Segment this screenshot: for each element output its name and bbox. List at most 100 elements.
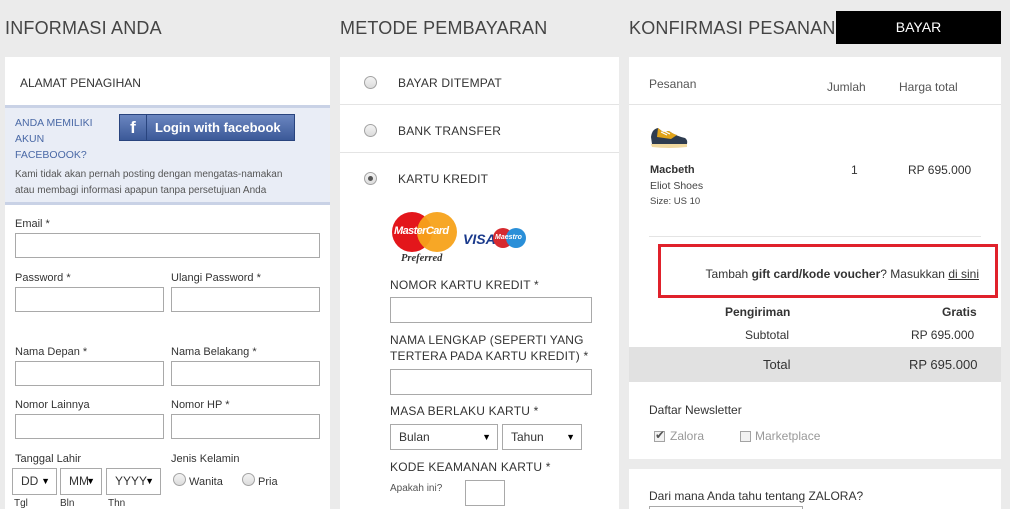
card-holder-field[interactable]	[390, 369, 592, 395]
billing-panel: ALAMAT PENAGIHAN ANDA MEMILIKI AKUN FACE…	[5, 57, 330, 509]
payment-method-card[interactable]: KARTU KREDIT	[398, 172, 488, 186]
maestro-text: Maestro	[495, 234, 522, 241]
order-panel: Pesanan Jumlah Harga total Macbeth Eliot…	[629, 57, 1001, 459]
facebook-question-line: AKUN	[15, 133, 45, 145]
birth-year-select[interactable]: YYYY ▼	[106, 468, 161, 495]
facebook-question: ANDA MEMILIKI AKUN FACEBOOOK?	[15, 115, 93, 163]
qty-column-header: Jumlah	[827, 80, 866, 94]
checkmark-icon: ✔	[655, 428, 666, 442]
confirm-heading: KONFIRMASI PESANAN	[629, 18, 836, 38]
product-size: Size: US 10	[650, 196, 701, 207]
total-row: Total RP 695.000	[629, 347, 1001, 382]
newsletter-zalora-checkbox[interactable]: ✔	[654, 428, 666, 442]
total-column-header: Harga total	[899, 80, 958, 94]
birth-year-value: YYYY	[115, 474, 148, 488]
shoe-icon	[651, 128, 688, 148]
other-number-field[interactable]	[15, 414, 164, 439]
shipping-label: Pengiriman	[725, 305, 791, 319]
subtotal-value: RP 695.000	[911, 328, 975, 342]
total-value: RP 695.000	[909, 357, 978, 372]
first-name-field[interactable]	[15, 361, 164, 386]
divider	[340, 152, 619, 153]
pay-button[interactable]: BAYAR	[836, 11, 1001, 44]
first-name-label: Nama Depan *	[15, 346, 88, 358]
chevron-down-icon: ▼	[145, 476, 154, 486]
payment-panel: BAYAR DITEMPAT BANK TRANSFER KARTU KREDI…	[340, 57, 619, 509]
voucher-prefix: Tambah	[705, 267, 752, 281]
chevron-down-icon: ▼	[566, 432, 575, 442]
phone-label: Nomor HP *	[171, 399, 230, 411]
day-caption: Tgl	[14, 498, 28, 509]
voucher-link[interactable]: di sini	[948, 267, 979, 281]
birth-month-select[interactable]: MM ▼	[60, 468, 102, 495]
facebook-question-line: FACEBOOOK?	[15, 149, 87, 161]
security-code-label: KODE KEAMANAN KARTU *	[390, 460, 551, 474]
visa-logo: VISA	[463, 231, 496, 247]
whats-this-link[interactable]: Apakah ini?	[390, 483, 442, 494]
repeat-password-label: Ulangi Password *	[171, 272, 261, 284]
year-caption: Thn	[108, 498, 126, 509]
chevron-down-icon: ▼	[41, 476, 50, 486]
chevron-down-icon: ▼	[86, 476, 95, 486]
expiry-label: MASA BERLAKU KARTU *	[390, 404, 539, 418]
card-holder-label-line: NAMA LENGKAP (SEPERTI YANG	[390, 333, 584, 347]
product-quantity: 1	[851, 163, 858, 177]
other-number-label: Nomor Lainnya	[15, 399, 90, 411]
info-heading: INFORMASI ANDA	[5, 18, 162, 38]
expiry-year-select[interactable]: Tahun ▼	[502, 424, 582, 450]
phone-field[interactable]	[171, 414, 320, 439]
divider	[340, 104, 619, 105]
payment-radio-bank[interactable]	[364, 124, 377, 137]
payment-radio-cod[interactable]	[364, 76, 377, 89]
gender-male-radio[interactable]	[242, 473, 255, 486]
facebook-login-label: Login with facebook	[155, 120, 281, 135]
gender-female-radio[interactable]	[173, 473, 186, 486]
facebook-login-button[interactable]: f Login with facebook	[119, 114, 295, 141]
mastercard-text: MasterCard	[394, 225, 449, 237]
password-field[interactable]	[15, 287, 164, 312]
subtotal-label: Subtotal	[745, 328, 790, 342]
last-name-field[interactable]	[171, 361, 320, 386]
voucher-bold: gift card/kode voucher	[751, 267, 881, 281]
security-code-field[interactable]	[465, 480, 505, 506]
newsletter-marketplace-checkbox[interactable]	[740, 431, 751, 442]
password-label: Password *	[15, 272, 71, 284]
card-number-field[interactable]	[390, 297, 592, 323]
voucher-highlight-box: Tambah gift card/kode voucher? Masukkan …	[658, 244, 998, 298]
payment-method-bank[interactable]: BANK TRANSFER	[398, 124, 501, 138]
email-field[interactable]	[15, 233, 320, 258]
product-price: RP 695.000	[908, 163, 972, 177]
product-name[interactable]: Macbeth	[650, 164, 695, 176]
month-caption: Bln	[60, 498, 75, 509]
payment-method-cod[interactable]: BAYAR DITEMPAT	[398, 76, 502, 90]
facebook-box: ANDA MEMILIKI AKUN FACEBOOOK? f Login wi…	[5, 105, 330, 205]
card-number-label: NOMOR KARTU KREDIT *	[390, 278, 539, 292]
last-name-label: Nama Belakang *	[171, 346, 257, 358]
chevron-down-icon: ▼	[482, 432, 491, 442]
total-label: Total	[763, 357, 791, 372]
expiry-year-value: Tahun	[511, 430, 544, 444]
order-column-header: Pesanan	[649, 77, 697, 91]
divider	[629, 104, 1001, 105]
newsletter-marketplace-label: Marketplace	[755, 429, 821, 443]
repeat-password-field[interactable]	[171, 287, 320, 312]
facebook-privacy-note: Kami tidak akan pernah posting dengan me…	[15, 167, 282, 199]
billing-title: ALAMAT PENAGIHAN	[20, 76, 141, 90]
maestro-logo: Maestro	[493, 227, 527, 251]
source-question: Dari mana Anda tahu tentang ZALORA?	[649, 489, 864, 503]
divider	[649, 236, 981, 237]
expiry-month-select[interactable]: Bulan ▼	[390, 424, 498, 450]
mastercard-logo: MasterCard Preferred	[392, 209, 462, 267]
birth-day-select[interactable]: DD ▼	[12, 468, 57, 495]
expiry-month-value: Bulan	[399, 430, 430, 444]
newsletter-title: Daftar Newsletter	[649, 403, 742, 417]
facebook-icon: f	[120, 115, 147, 140]
gender-female-label: Wanita	[189, 476, 223, 488]
product-thumbnail[interactable]	[649, 123, 689, 151]
payment-radio-card[interactable]	[364, 172, 377, 185]
gender-label: Jenis Kelamin	[171, 453, 240, 465]
payment-heading: METODE PEMBAYARAN	[340, 18, 548, 38]
preferred-text: Preferred	[401, 253, 443, 264]
facebook-question-line: ANDA MEMILIKI	[15, 117, 93, 129]
card-holder-label-line: TERTERA PADA KARTU KREDIT) *	[390, 349, 589, 363]
